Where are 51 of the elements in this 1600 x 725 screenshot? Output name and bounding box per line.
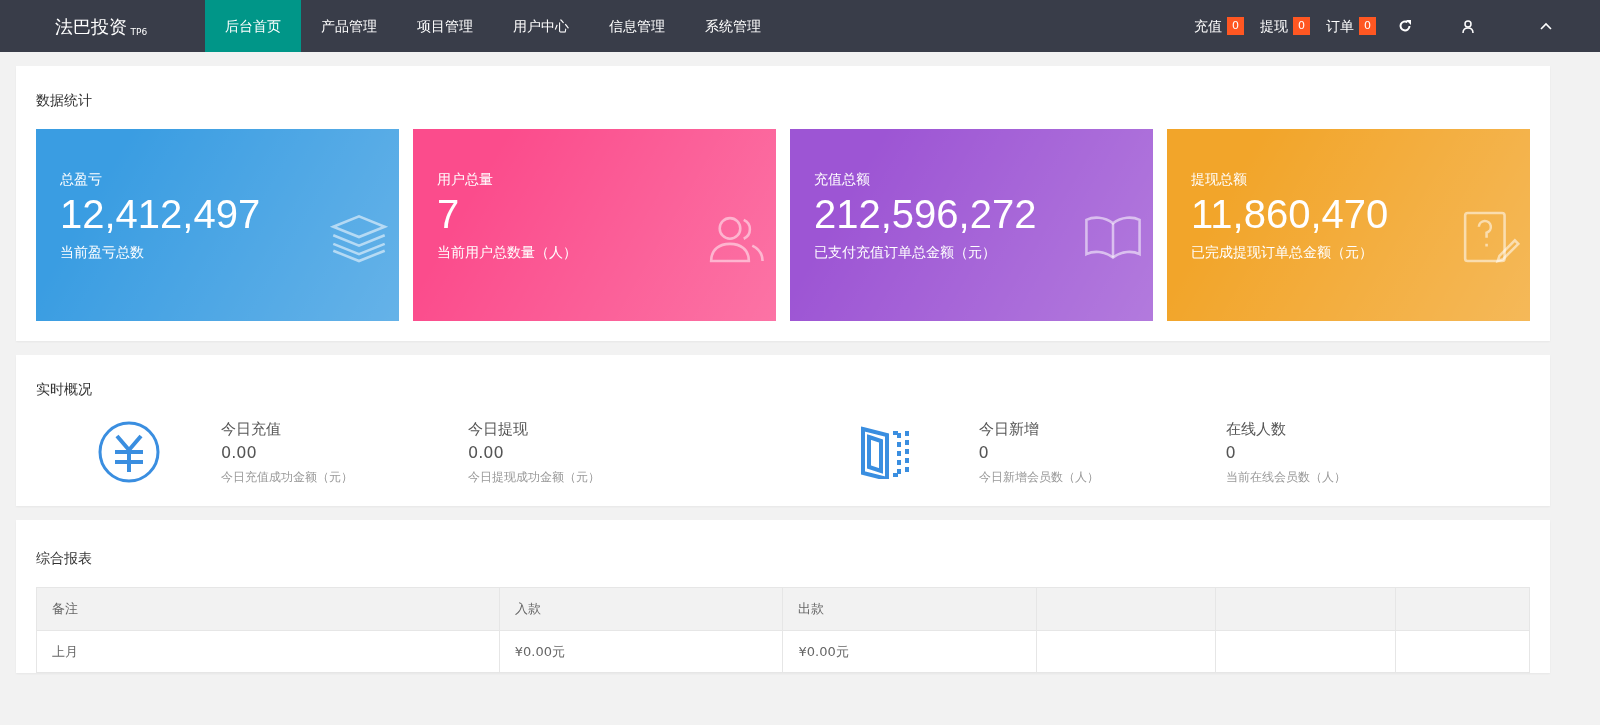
stat-note: 今日提现成功金额（元） — [468, 469, 601, 486]
chevron-up-icon[interactable] — [1540, 22, 1552, 30]
count-badge: 0 — [1227, 16, 1244, 36]
nav-tab[interactable]: 用户中心 — [493, 0, 589, 52]
stat-note: 当前在线会员数（人） — [1225, 469, 1347, 486]
column-header: 备注 — [36, 587, 500, 630]
section-title: 数据统计 — [36, 91, 93, 110]
counter-label[interactable]: 充值 — [1194, 15, 1222, 37]
stat-value: 0.00 — [221, 441, 258, 464]
stat-value: 11,860,470 — [1191, 191, 1389, 238]
yen-icon — [96, 420, 161, 484]
user-icon[interactable] — [1462, 19, 1474, 33]
stat-label: 在线人数 — [1225, 419, 1287, 440]
stat-label: 今日提现 — [468, 419, 529, 440]
nav-tab[interactable]: 信息管理 — [589, 0, 685, 52]
brand-name: 法巴投资 — [55, 14, 127, 39]
stat-note: 今日充值成功金额（元） — [221, 469, 354, 486]
nav-tab[interactable]: 系统管理 — [685, 0, 781, 52]
stat-note: 已完成提现订单总金额（元） — [1191, 243, 1374, 262]
stat-label: 用户总量 — [437, 170, 494, 189]
stat-label: 提现总额 — [1191, 170, 1248, 189]
count-badge: 0 — [1293, 16, 1310, 36]
stat-value: 212,596,272 — [814, 191, 1037, 238]
table-cell: 上月 — [36, 630, 500, 673]
stat-note: 当前盈亏总数 — [60, 243, 145, 262]
nav-tab[interactable]: 产品管理 — [301, 0, 397, 52]
stat-value: 0 — [978, 441, 990, 464]
count-badge: 0 — [1359, 16, 1376, 36]
stat-value: 0.00 — [468, 441, 505, 464]
stat-label: 总盈亏 — [60, 170, 103, 189]
refresh-icon[interactable] — [1398, 19, 1412, 33]
stat-value: 0 — [1225, 441, 1237, 464]
nav-tab[interactable]: 后台首页 — [205, 0, 301, 52]
brand-tag: TP6 — [130, 26, 148, 40]
stat-note: 当前用户总数量（人） — [437, 243, 578, 262]
stat-label: 今日新增 — [978, 419, 1040, 440]
section-title: 综合报表 — [36, 549, 93, 568]
counter-label[interactable]: 提现 — [1260, 15, 1288, 37]
stat-note: 已支付充值订单总金额（元） — [814, 243, 997, 262]
section-title: 实时概况 — [36, 380, 93, 399]
stat-note: 今日新增会员数（人） — [978, 469, 1100, 486]
stat-label: 今日充值 — [221, 419, 282, 440]
nav-tab[interactable]: 项目管理 — [397, 0, 493, 52]
stat-value: 7 — [437, 191, 460, 238]
column-header: 出款 — [783, 587, 1037, 630]
column-header: 入款 — [499, 587, 783, 630]
stat-label: 充值总额 — [814, 170, 871, 189]
counter-label[interactable]: 订单 — [1326, 15, 1354, 37]
table-cell: ¥0.00元 — [499, 630, 783, 673]
table-cell: ¥0.00元 — [783, 630, 1037, 673]
stat-value: 12,412,497 — [60, 191, 261, 238]
